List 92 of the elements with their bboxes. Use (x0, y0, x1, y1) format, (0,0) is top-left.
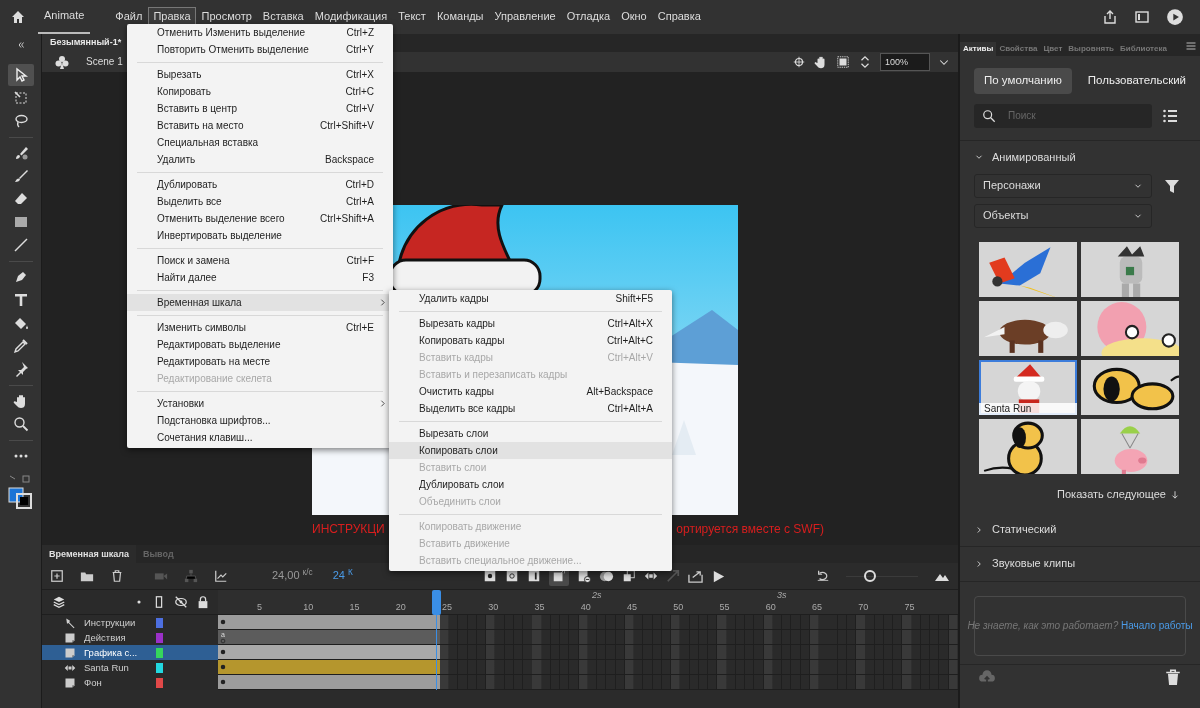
frame-number: 70 (858, 602, 869, 612)
show-more-link[interactable]: Показать следующее (1057, 488, 1166, 502)
search-field[interactable]: Поиск (974, 103, 1152, 128)
layer-row[interactable]: Графика с... (42, 645, 218, 660)
shortcut-label: Ctrl+V (345, 102, 374, 115)
shortcut-label: F3 (362, 271, 374, 284)
shortcut-label: Ctrl+F (346, 254, 374, 267)
dropdown[interactable]: Объекты (974, 204, 1152, 228)
menu-item[interactable]: Вырезать Ctrl+X (127, 66, 393, 83)
frame-counter: 24 $^{К}$ (332, 569, 353, 583)
shortcut-label: Backspace (325, 153, 374, 166)
help-text: Не знаете, как это работает? Начало работы (967, 619, 1193, 632)
shortcut-label: Ctrl+Shift+A (320, 212, 374, 225)
seconds-label: 2s (592, 590, 602, 600)
shortcut-label: Ctrl+Alt+C (606, 334, 653, 347)
menu-item[interactable]: Команды (431, 7, 489, 27)
stage-note: ИНСТРУКЦИ (312, 522, 385, 537)
zoom-field[interactable]: 100% (880, 53, 930, 71)
frame-number: 45 (627, 602, 637, 612)
frame-number: 15 (349, 602, 360, 612)
section-header[interactable]: Звуковые клипы (960, 547, 1200, 582)
menu-item[interactable]: Вставить в центр Ctrl+V (127, 100, 393, 117)
menu-item[interactable]: Отменить Изменить выделение Ctrl+Z (127, 24, 393, 41)
layer-row[interactable]: Фон (42, 675, 218, 690)
frame-number: 50 (673, 602, 684, 612)
menu-item[interactable]: Файл (110, 7, 148, 27)
menu-item[interactable]: Справка (652, 7, 706, 27)
shortcut-label: Alt+Backspace (586, 385, 653, 398)
shortcut-label: Ctrl+C (345, 85, 374, 98)
frame-number: 55 (719, 602, 730, 612)
shortcut-label: Ctrl+Alt+V (607, 351, 653, 364)
layer-name: Инструкции (84, 616, 136, 629)
menu-item[interactable]: Поиск и замена Ctrl+F (127, 252, 393, 269)
menu-item[interactable]: Копировать слои (389, 442, 672, 459)
menu-item[interactable]: Вставить на место Ctrl+Shift+V (127, 117, 393, 134)
panel-tab[interactable]: Активы (960, 42, 997, 56)
scene-label[interactable]: Scene 1 (86, 56, 123, 68)
menu-item[interactable]: Инвертировать выделение (127, 227, 393, 244)
shortcut-label: Ctrl+E (345, 321, 374, 334)
frame-number: 30 (488, 602, 499, 612)
layer-row[interactable]: Действия (42, 630, 218, 645)
menu-item[interactable]: Удалить Backspace (127, 151, 393, 168)
frame-number: 25 (442, 602, 452, 612)
mode-button[interactable]: По умолчанию (974, 68, 1072, 94)
layer-name: Фон (84, 676, 102, 689)
shortcut-label: Shift+F5 (615, 292, 653, 305)
dropdown[interactable]: Персонажи (974, 174, 1152, 198)
menu-item[interactable]: Модификация (309, 7, 393, 27)
shortcut-label: Ctrl+Z (346, 26, 374, 39)
stage-note: ортируется вместе с SWF) (676, 522, 824, 537)
layer-row[interactable]: Santa Run (42, 660, 218, 675)
layer-name: Santa Run (84, 661, 129, 674)
layer-name: Действия (84, 631, 126, 644)
panel-tab[interactable]: Временная шкала (42, 545, 136, 563)
frame-number: 65 (812, 602, 822, 612)
frame-number: 60 (765, 602, 776, 612)
section-header[interactable]: Анимированный (960, 140, 1200, 174)
frame-number: 10 (303, 602, 314, 612)
menu-item[interactable]: Управление (489, 7, 561, 27)
menu-item[interactable]: Дублировать слои (389, 476, 672, 493)
frame-number: 75 (904, 602, 915, 612)
get-started-link[interactable]: Начало работы (1121, 619, 1193, 631)
menu-item[interactable]: Окно (616, 7, 652, 27)
frame-number: 40 (580, 602, 591, 612)
shortcut-label: Ctrl+A (345, 195, 374, 208)
seconds-label: 3s (777, 590, 787, 600)
frame-number: 5 (257, 602, 262, 612)
menu-item[interactable]: Просмотр (196, 7, 257, 27)
shortcut-label: Ctrl+Alt+X (607, 317, 653, 330)
menu-item[interactable]: Копировать Ctrl+C (127, 83, 393, 100)
menu-item[interactable]: Повторить Отменить выделение Ctrl+Y (127, 41, 393, 58)
shortcut-label: Ctrl+Alt+A (607, 402, 653, 415)
menu-item[interactable]: Отладка (561, 7, 616, 27)
layer-row[interactable]: Инструкции (42, 615, 218, 630)
layer-name: Графика с... (84, 646, 138, 659)
menu-item[interactable]: Специальная вставка (127, 134, 393, 151)
shortcut-label: Ctrl+Shift+V (320, 119, 374, 132)
menu-item[interactable]: Дублировать Ctrl+D (127, 176, 393, 193)
menu-item[interactable]: Найти далее F3 (127, 269, 393, 286)
menu-item[interactable]: Выделить все Ctrl+A (127, 193, 393, 210)
shortcut-label: Ctrl+X (345, 68, 374, 81)
shortcut-label: Ctrl+Y (345, 43, 374, 56)
menu-item[interactable]: Вставка (257, 7, 309, 27)
frame-number: 35 (534, 602, 545, 612)
document-tab[interactable]: Безымянный-1* (42, 34, 128, 52)
menu-item[interactable]: Текст (393, 7, 431, 27)
mode-button[interactable]: Пользовательский (1077, 68, 1197, 94)
shortcut-label: Ctrl+D (345, 178, 374, 191)
fps-label: 24,00 $^{к/с}$ (272, 569, 313, 583)
menu-item[interactable]: Отменить выделение всего Ctrl+Shift+A (127, 210, 393, 227)
section-header[interactable]: Статический (960, 513, 1200, 548)
frame-number: 20 (395, 602, 406, 612)
